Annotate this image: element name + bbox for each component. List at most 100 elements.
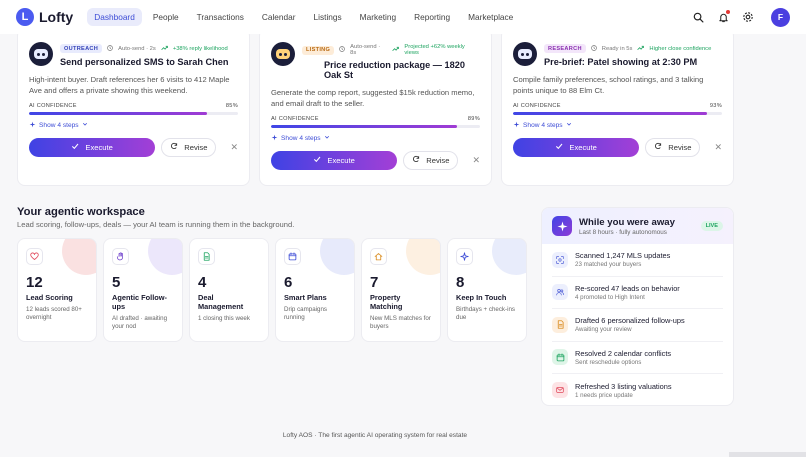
while-away-list: Scanned 1,247 MLS updates 23 matched your… xyxy=(542,244,733,405)
users-icon xyxy=(552,284,568,301)
clock-icon xyxy=(590,44,597,53)
home-icon xyxy=(370,248,387,265)
tile-count: 4 xyxy=(198,274,207,291)
workspace-tile-lead-scoring[interactable]: 12 Lead Scoring 12 leads scored 80+ overni… xyxy=(17,238,97,342)
task-description: Compile family preferences, school ratin… xyxy=(513,75,704,96)
nav-item-people[interactable]: People xyxy=(146,8,186,26)
nav-item-marketing[interactable]: Marketing xyxy=(353,8,403,26)
mail-icon xyxy=(552,382,568,399)
show-steps-label: Show 4 steps xyxy=(281,134,321,142)
revise-label: Revise xyxy=(426,155,450,165)
nav-item-listings[interactable]: Listings xyxy=(307,8,349,26)
steps-icon xyxy=(513,121,520,130)
check-icon xyxy=(71,142,79,152)
nav-item-dashboard[interactable]: Dashboard xyxy=(87,8,142,26)
tile-label: Keep In Touch xyxy=(456,293,507,302)
task-type-badge: OUTREACH xyxy=(60,44,103,53)
calendar-icon xyxy=(552,349,568,366)
sparkle-icon xyxy=(552,216,572,236)
show-steps-toggle[interactable]: Show 4 steps xyxy=(29,121,238,130)
logo-text: Lofty xyxy=(39,9,74,25)
tile-count: 8 xyxy=(456,274,465,291)
user-avatar[interactable]: F xyxy=(771,7,790,27)
tile-description: AI drafted · awaiting your nod xyxy=(112,314,168,331)
tile-decoration xyxy=(406,239,440,275)
workspace-tile-keep-in-touch[interactable]: 8 Keep In Touch Birthdays + check-ins due xyxy=(447,238,527,342)
search-icon[interactable] xyxy=(692,11,704,23)
nav-item-transactions[interactable]: Transactions xyxy=(190,8,251,26)
activity-item[interactable]: Drafted 6 personalized follow-ups Awaitin… xyxy=(552,309,723,342)
agent-task-card-research: RESEARCH Ready in 5s Higher close confiden… xyxy=(501,28,734,186)
tile-description: New MLS matches for buyers xyxy=(370,314,431,331)
activity-subtitle: 4 promoted to High Intent xyxy=(575,293,645,301)
execute-label: Execute xyxy=(327,155,355,165)
confidence-value: 85% xyxy=(225,102,238,109)
top-nav: L Lofty Dashboard People Transactions Calen… xyxy=(0,0,806,34)
activity-subtitle: 23 matched your buyers xyxy=(575,261,642,269)
activity-item[interactable]: Re-scored 47 leads on behavior 4 promoted… xyxy=(552,277,723,309)
confidence-label: AI CONFIDENCE xyxy=(271,115,319,122)
confidence-bar xyxy=(513,111,722,115)
workspace-title: Your agentic workspace xyxy=(17,206,145,218)
execute-label: Execute xyxy=(569,142,597,152)
live-badge: LIVE xyxy=(700,221,723,231)
bell-icon[interactable] xyxy=(717,10,730,23)
execute-button[interactable]: Execute xyxy=(29,137,156,157)
tile-label: Deal Management xyxy=(198,293,244,311)
workspace-tile-smart-plans[interactable]: 6 Smart Plans Drip campaigns running xyxy=(275,238,355,342)
confidence-bar-fill xyxy=(29,111,207,115)
activity-title: Refreshed 3 listing valuations xyxy=(575,381,672,391)
check-icon xyxy=(313,155,321,165)
chevron-down-icon xyxy=(324,134,330,142)
steps-icon xyxy=(271,134,278,143)
tile-decoration xyxy=(148,239,182,275)
task-title: Pre-brief: Patel showing at 2:30 PM xyxy=(544,57,698,67)
confidence-label: AI CONFIDENCE xyxy=(29,102,77,109)
tile-count: 12 xyxy=(26,274,43,291)
show-steps-label: Show 4 steps xyxy=(523,121,563,129)
workspace-tile-agentic-follow-ups[interactable]: 5 Agentic Follow-ups AI drafted · awaiting… xyxy=(103,238,183,342)
impact-estimate: +38% reply likelihood xyxy=(172,45,228,52)
activity-item[interactable]: Refreshed 3 listing valuations 1 needs pr… xyxy=(552,374,723,405)
nav-item-marketplace[interactable]: Marketplace xyxy=(461,8,520,26)
close-icon[interactable]: ✕ xyxy=(472,155,480,166)
chevron-down-icon xyxy=(566,121,572,129)
confidence-value: 89% xyxy=(467,115,480,122)
show-steps-toggle[interactable]: Show 4 steps xyxy=(513,121,722,130)
steps-icon xyxy=(29,121,36,130)
refresh-icon xyxy=(654,142,662,152)
robot-avatar-icon xyxy=(271,42,295,66)
close-icon[interactable]: ✕ xyxy=(714,142,722,153)
execute-button[interactable]: Execute xyxy=(513,137,640,157)
gear-icon[interactable] xyxy=(742,11,754,23)
workspace-tile-property-matching[interactable]: 7 Property Matching New MLS matches for bu… xyxy=(361,238,441,342)
logo[interactable]: L Lofty xyxy=(16,8,73,26)
close-icon[interactable]: ✕ xyxy=(230,142,238,153)
activity-title: Scanned 1,247 MLS updates xyxy=(575,251,671,261)
tile-description: Drip campaigns running xyxy=(284,305,327,322)
clock-icon xyxy=(339,46,345,54)
activity-item[interactable]: Resolved 2 calendar conflicts Sent resche… xyxy=(552,342,723,374)
confidence-bar-fill xyxy=(513,111,708,115)
task-type-badge: RESEARCH xyxy=(544,44,586,53)
execute-button[interactable]: Execute xyxy=(271,150,398,170)
tile-label: Lead Scoring xyxy=(26,293,73,302)
workspace-tile-deal-management[interactable]: 4 Deal Management 1 closing this week xyxy=(189,238,269,342)
revise-button[interactable]: Revise xyxy=(403,150,459,170)
revise-button[interactable]: Revise xyxy=(161,137,217,157)
footer-text: Lofty AOS · The first agentic AI operati… xyxy=(282,432,468,439)
activity-item[interactable]: Scanned 1,247 MLS updates 23 matched your… xyxy=(552,244,723,277)
nav-item-reporting[interactable]: Reporting xyxy=(407,8,457,26)
tile-decoration xyxy=(492,239,526,275)
sparkle-icon xyxy=(456,248,473,265)
revise-button[interactable]: Revise xyxy=(645,137,701,157)
nav-item-calendar[interactable]: Calendar xyxy=(255,8,303,26)
while-away-panel: While you were away Last 8 hours · fully… xyxy=(541,207,734,406)
trend-up-icon xyxy=(161,45,168,53)
show-steps-toggle[interactable]: Show 4 steps xyxy=(271,134,480,143)
activity-title: Resolved 2 calendar conflicts xyxy=(575,348,672,358)
hand-icon xyxy=(112,248,129,265)
while-away-header: While you were away Last 8 hours · fully… xyxy=(542,208,733,244)
while-away-subtitle: Last 8 hours · fully autonomous xyxy=(579,228,667,236)
confidence-value: 93% xyxy=(709,102,722,109)
